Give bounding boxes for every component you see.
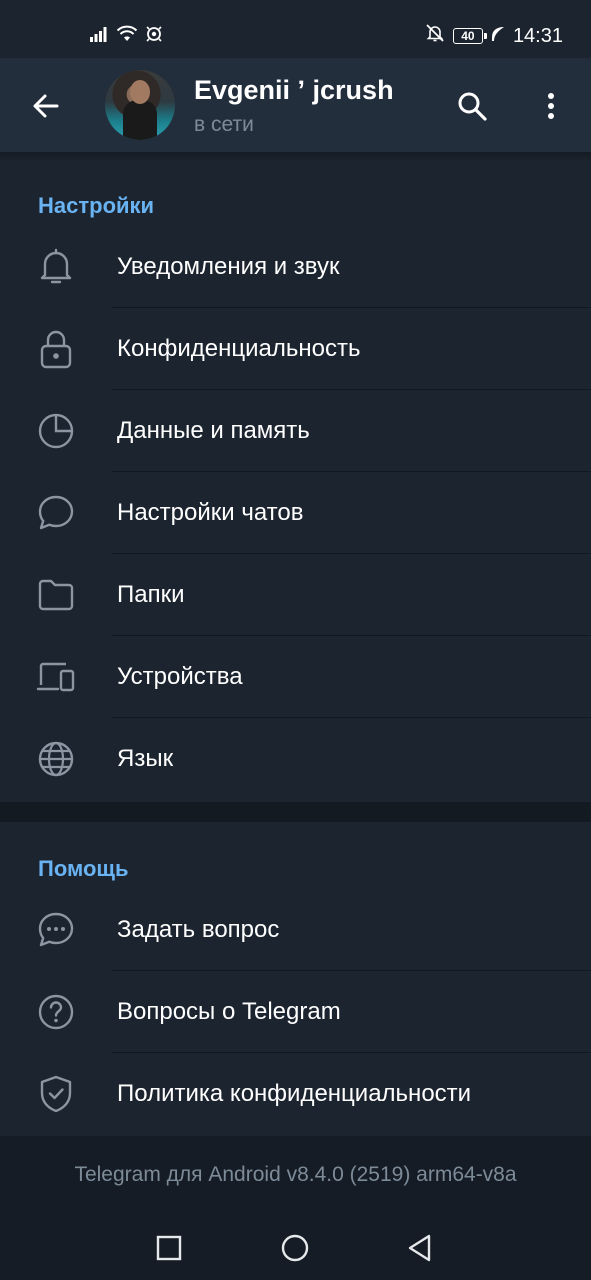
status-left [90, 24, 164, 48]
status-right: 40 14:31 [425, 24, 563, 48]
help-item-label: Политика конфиденциальности [117, 1080, 472, 1107]
settings-item-chats[interactable]: Настройки чатов [0, 472, 591, 554]
settings-item-label: Конфиденциальность [117, 335, 361, 362]
bell-icon [36, 247, 76, 287]
devices-icon [36, 657, 76, 697]
settings-item-label: Папки [117, 581, 185, 608]
profile-status: в сети [194, 113, 254, 136]
help-item-privacy-policy[interactable]: Политика конфиденциальности [0, 1053, 591, 1135]
leaf-icon [491, 25, 505, 48]
system-nav-bar [0, 1214, 591, 1280]
pie-chart-icon [36, 411, 76, 451]
header-shadow [0, 152, 591, 162]
section-separator [0, 802, 591, 822]
settings-item-label: Настройки чатов [117, 499, 304, 526]
signal-icon [90, 26, 110, 47]
settings-item-notifications[interactable]: Уведомления и звук [0, 226, 591, 308]
search-icon [458, 92, 487, 121]
settings-item-label: Данные и память [117, 417, 310, 444]
avatar[interactable] [105, 70, 175, 140]
settings-item-privacy[interactable]: Конфиденциальность [0, 308, 591, 390]
app-version: Telegram для Android v8.4.0 (2519) arm64… [74, 1163, 517, 1186]
settings-section: Настройки Уведомления и звук Конфиденциа… [0, 162, 591, 802]
arrow-left-icon [33, 94, 59, 118]
help-item-label: Вопросы о Telegram [117, 998, 341, 1025]
search-button[interactable] [448, 82, 496, 130]
settings-item-label: Язык [117, 745, 174, 772]
system-back-button[interactable] [400, 1228, 440, 1268]
help-section-title: Помощь [38, 856, 129, 881]
circle-icon [281, 1234, 309, 1262]
shield-check-icon [36, 1074, 76, 1114]
app-bar: Evgenii ʼ jcrush в сети [0, 58, 591, 152]
chat-bubble-icon [36, 493, 76, 533]
folder-icon [36, 575, 76, 615]
settings-item-label: Устройства [117, 663, 243, 690]
settings-item-language[interactable]: Язык [0, 718, 591, 800]
globe-icon [36, 739, 76, 779]
profile-name[interactable]: Evgenii ʼ jcrush [194, 75, 394, 106]
question-circle-icon [36, 992, 76, 1032]
lock-icon [36, 329, 76, 369]
triangle-back-icon [408, 1234, 431, 1262]
settings-item-devices[interactable]: Устройства [0, 636, 591, 718]
chat-dots-icon [36, 910, 76, 950]
wifi-icon [116, 25, 138, 48]
help-item-faq[interactable]: Вопросы о Telegram [0, 971, 591, 1053]
status-time: 14:31 [512, 24, 563, 47]
help-section: Помощь Задать вопрос Вопросы о Telegram … [0, 822, 591, 1136]
help-item-ask-question[interactable]: Задать вопрос [0, 889, 591, 971]
square-icon [156, 1235, 182, 1261]
more-options-button[interactable] [527, 82, 575, 130]
battery-indicator: 40 [452, 28, 487, 44]
settings-item-data[interactable]: Данные и память [0, 390, 591, 472]
bell-off-icon [425, 23, 445, 49]
settings-section-title: Настройки [38, 193, 155, 218]
status-bar: 40 14:31 [0, 0, 591, 58]
help-item-label: Задать вопрос [117, 916, 280, 943]
back-button[interactable] [22, 82, 70, 130]
settings-item-label: Уведомления и звук [117, 253, 340, 280]
home-button[interactable] [275, 1228, 315, 1268]
more-vertical-icon [548, 93, 554, 119]
nfc-icon [144, 25, 164, 48]
recents-button[interactable] [149, 1228, 189, 1268]
settings-item-folders[interactable]: Папки [0, 554, 591, 636]
